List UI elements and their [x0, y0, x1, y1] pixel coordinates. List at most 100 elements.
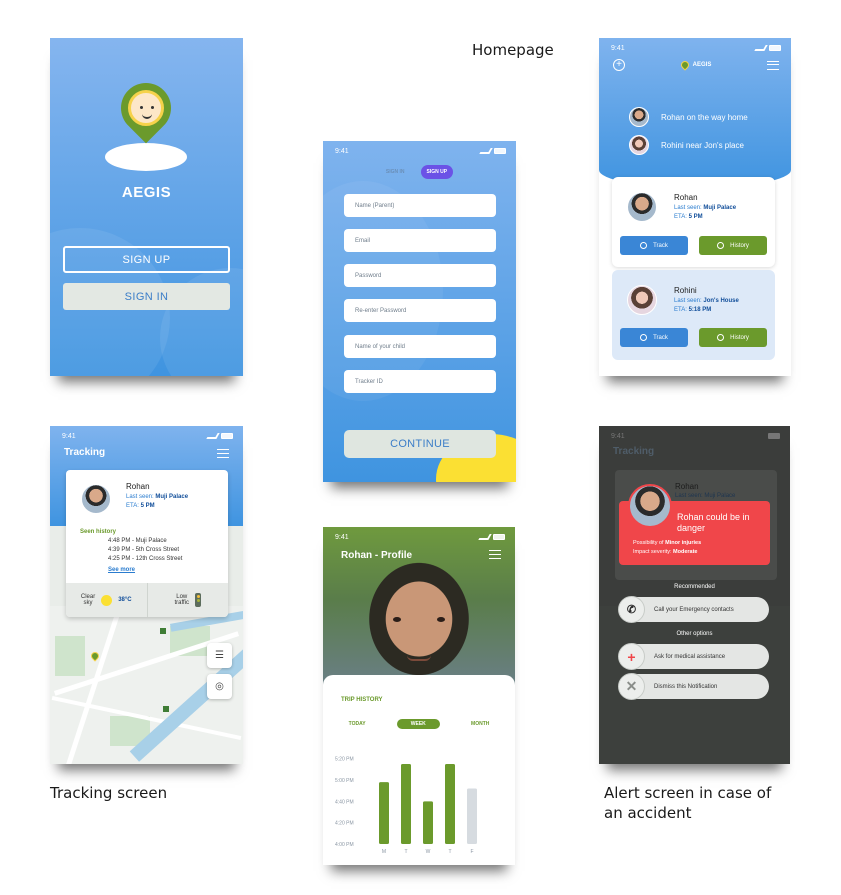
trip-history-panel: TRIP HISTORY TODAY WEEK MONTH 5:20 PM 5:0…	[323, 675, 515, 865]
child-tracking-card: Rohan Last seen: Muji Palace ETA: 5 PM S…	[66, 470, 228, 617]
tab-sign-up[interactable]: SIGN UP	[420, 165, 454, 179]
track-label: Track	[653, 242, 668, 249]
severity: Impact severity: Moderate	[633, 549, 698, 555]
period-today[interactable]: TODAY	[349, 721, 366, 727]
history-entry: 4:25 PM - 12th Cross Street	[108, 556, 183, 562]
add-icon[interactable]: +	[613, 59, 625, 71]
sign-in-button[interactable]: SIGN IN	[63, 283, 230, 310]
dismiss-notification-button[interactable]: ✕ Dismiss this Notification	[618, 673, 769, 700]
parent-name-field[interactable]: Name (Parent)	[344, 194, 496, 217]
locate-icon[interactable]: ◎	[207, 674, 232, 699]
page-title: Tracking	[64, 447, 106, 458]
signup-screen: 9:41 SIGN IN SIGN UP Name (Parent) Email…	[323, 141, 516, 482]
eta-value: 5:18 PM	[688, 307, 712, 313]
map-marker	[163, 706, 169, 712]
history-entry: 4:48 PM - Muji Palace	[108, 538, 167, 544]
track-button[interactable]: Track	[620, 328, 688, 347]
notification-item[interactable]: Rohini near Jon's place	[629, 135, 744, 155]
traffic-label: traffic	[174, 600, 190, 606]
call-emergency-button[interactable]: ✆ Call your Emergency contacts	[618, 596, 769, 623]
period-week[interactable]: WEEK	[396, 719, 440, 729]
bar[interactable]	[401, 764, 411, 844]
signal-icon	[479, 148, 493, 154]
filter-icon[interactable]: ☰	[207, 643, 232, 668]
status-bar: 9:41	[335, 145, 506, 157]
signal-icon	[754, 45, 768, 51]
status-time: 9:41	[611, 44, 625, 52]
reenter-password-field[interactable]: Re-enter Password	[344, 299, 496, 322]
status-bar: 9:41	[611, 42, 781, 54]
password-field[interactable]: Password	[344, 264, 496, 287]
see-more-link[interactable]: See more	[108, 567, 135, 573]
menu-icon[interactable]	[766, 60, 779, 70]
possibility-label: Possibility of	[633, 540, 666, 546]
x-tick-label: T	[404, 849, 407, 855]
medical-plus-icon: +	[618, 643, 645, 670]
tracking-screen-caption: Tracking screen	[50, 784, 168, 802]
notification-item[interactable]: Rohan on the way home	[629, 107, 748, 127]
header-brand: AEGIS	[692, 62, 712, 68]
signal-icon	[478, 534, 492, 540]
recommended-heading: Recommended	[674, 584, 715, 590]
y-tick-label: 4:00 PM	[335, 842, 354, 848]
bar[interactable]	[467, 788, 477, 844]
bar[interactable]	[379, 782, 389, 844]
battery-icon	[768, 433, 780, 439]
rohini-avatar	[629, 135, 649, 155]
status-time: 9:41	[335, 147, 349, 155]
continue-button[interactable]: CONTINUE	[344, 430, 496, 458]
tab-sign-in[interactable]: SIGN IN	[386, 169, 405, 175]
menu-icon[interactable]	[489, 550, 501, 559]
rohan-avatar	[629, 107, 649, 127]
medical-assistance-button[interactable]: + Ask for medical assistance	[618, 643, 769, 670]
conditions-strip: Clear sky 38°C Low traffic	[66, 583, 228, 617]
last-seen-place: Jon's House	[703, 298, 739, 304]
bar[interactable]	[445, 764, 455, 844]
eta-label: ETA:	[674, 307, 689, 313]
period-selector: TODAY WEEK MONTH	[323, 719, 515, 729]
last-seen-place: Muji Palace	[703, 205, 737, 211]
signal-icon	[206, 433, 220, 439]
seen-history-title: Seen history	[80, 529, 117, 535]
y-tick-label: 5:00 PM	[335, 778, 354, 784]
phone-icon: ✆	[618, 596, 645, 623]
logo-pin-icon	[678, 59, 691, 71]
homepage-screen: 9:41 + AEGIS Rohan on the way home Rohin…	[599, 38, 791, 376]
eta: ETA: 5 PM	[126, 503, 155, 509]
profile-screen: 9:41 Rohan - Profile TRIP HISTORY TODAY …	[323, 527, 515, 865]
bar[interactable]	[423, 801, 433, 844]
rohan-avatar	[81, 484, 111, 514]
app-brand: AEGIS	[121, 184, 172, 201]
history-button[interactable]: History	[699, 328, 767, 347]
map-marker	[160, 628, 166, 634]
tracker-id-field[interactable]: Tracker ID	[344, 370, 496, 393]
email-field[interactable]: Email	[344, 229, 496, 252]
history-button[interactable]: History	[699, 236, 767, 255]
eta: ETA: 5:18 PM	[674, 307, 711, 313]
temperature: 38°C	[118, 597, 132, 603]
x-tick-label: M	[382, 849, 386, 855]
child-card-rohan[interactable]: Rohan Last seen: Muji Palace ETA: 5 PM T…	[612, 177, 775, 267]
child-face-icon	[128, 90, 164, 126]
track-button[interactable]: Track	[620, 236, 688, 255]
menu-icon[interactable]	[217, 449, 229, 458]
crosshair-icon	[640, 334, 648, 341]
history-label: History	[730, 242, 749, 249]
status-time: 9:41	[62, 432, 76, 440]
sign-up-button[interactable]: SIGN UP	[63, 246, 230, 273]
child-card-rohini[interactable]: Rohini Last seen: Jon's House ETA: 5:18 …	[612, 270, 775, 360]
call-emergency-label: Call your Emergency contacts	[654, 606, 734, 613]
x-tick-label: W	[426, 849, 431, 855]
last-seen-label: Last seen:	[674, 298, 704, 304]
header-logo: AEGIS	[678, 59, 712, 71]
trip-history-chart: 5:20 PM 5:00 PM 4:40 PM 4:20 PM 4:00 PM M T W T F	[335, 757, 477, 855]
eta-value: 5 PM	[688, 214, 703, 220]
child-name-field[interactable]: Name of your child	[344, 335, 496, 358]
y-tick-label: 4:20 PM	[335, 821, 354, 827]
y-tick-label: 4:40 PM	[335, 799, 354, 805]
child-name: Rohan	[674, 193, 698, 202]
history-icon	[717, 334, 725, 341]
weather-label: sky	[83, 600, 93, 606]
period-month[interactable]: MONTH	[471, 721, 489, 727]
possibility-value: Minor injuries	[665, 540, 702, 546]
